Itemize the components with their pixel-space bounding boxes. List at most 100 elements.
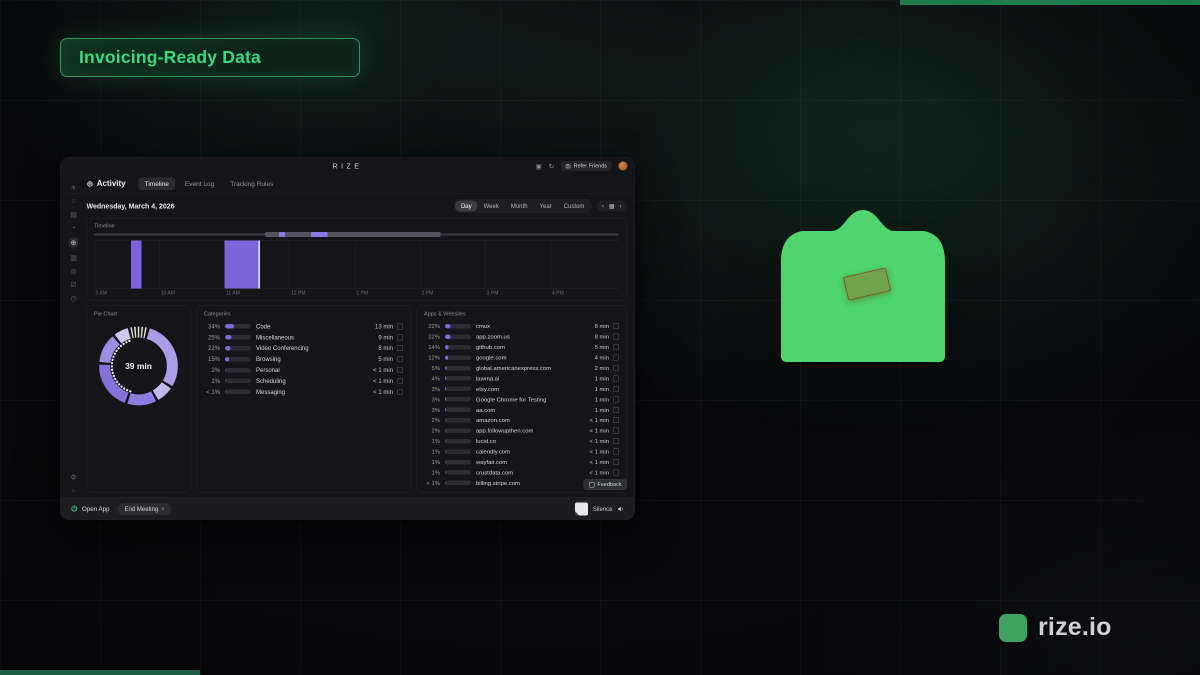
gift-icon xyxy=(565,164,571,169)
edit-icon[interactable] xyxy=(613,448,619,455)
shield-icon[interactable]: ▣ xyxy=(536,163,542,170)
percent-value: 3% xyxy=(431,406,440,414)
calendar-icon[interactable]: ▦ xyxy=(609,203,615,210)
item-time: < 1 min xyxy=(589,427,609,435)
item-time: 8 min xyxy=(594,333,609,341)
range-selector: Day Week Month Year Custom xyxy=(453,199,592,213)
edit-icon[interactable] xyxy=(397,367,403,374)
range-day[interactable]: Day xyxy=(454,200,478,212)
open-app-button[interactable]: Open App xyxy=(82,505,110,512)
chevron-right-icon[interactable]: › xyxy=(620,203,622,210)
pie-segment xyxy=(127,391,156,406)
calendar-icon[interactable]: ▤ xyxy=(70,211,77,218)
brand-logo: rize.io xyxy=(999,613,1112,642)
tab-timeline[interactable]: Timeline xyxy=(138,177,175,190)
range-month[interactable]: Month xyxy=(505,201,534,212)
help-icon[interactable]: ○ xyxy=(71,487,75,494)
edit-icon[interactable] xyxy=(613,365,619,371)
edit-icon[interactable] xyxy=(397,345,403,352)
edit-icon[interactable] xyxy=(613,459,619,466)
avatar[interactable] xyxy=(618,161,628,171)
edit-icon[interactable] xyxy=(613,438,619,445)
item-time: 1 min xyxy=(594,406,609,414)
apps-rows: 22% cmux 8 min 22% app.zoom.us 8 min 14% github… xyxy=(424,321,619,488)
globe-icon[interactable]: ⊕ xyxy=(69,237,78,248)
percent-value: 1% xyxy=(211,377,220,385)
percent-bar xyxy=(225,324,251,329)
percent-bar xyxy=(445,438,471,444)
edit-icon[interactable] xyxy=(613,344,619,351)
edit-icon[interactable] xyxy=(397,334,403,341)
edit-icon[interactable] xyxy=(397,377,403,384)
end-meeting-button[interactable]: End Meeting ∨ xyxy=(117,502,172,515)
edit-icon[interactable] xyxy=(613,396,619,403)
chevron-down-icon: ∨ xyxy=(161,506,165,511)
edit-icon[interactable] xyxy=(613,375,619,382)
range-week[interactable]: Week xyxy=(478,201,505,212)
pie-segment xyxy=(146,328,178,387)
tab-bar: Timeline Event Log Tracking Rules xyxy=(138,177,280,191)
gridline xyxy=(159,240,160,289)
axis-label: 10 AM xyxy=(160,290,175,297)
date-row: Wednesday, March 4, 2026 Day Week Month Yea… xyxy=(87,194,627,219)
percent-value: 25% xyxy=(207,333,220,341)
item-time: 2 min xyxy=(594,364,609,372)
edit-icon[interactable] xyxy=(397,388,403,395)
feedback-button[interactable]: Feedback xyxy=(583,479,627,490)
list-item: 25% Miscellaneous 9 min xyxy=(204,332,403,343)
home-icon[interactable]: ⌂ xyxy=(71,197,75,204)
axis-label: 2 PM xyxy=(421,290,434,297)
edit-icon[interactable] xyxy=(613,333,619,340)
edit-icon[interactable] xyxy=(613,406,619,413)
item-time: 1 min xyxy=(594,395,609,403)
percent-bar xyxy=(445,386,471,392)
item-name: lucid.co xyxy=(476,437,496,445)
refer-friends-label: Refer Friends xyxy=(573,163,607,169)
journal-icon[interactable]: ▥ xyxy=(70,254,77,261)
focus-icon[interactable]: ◎ xyxy=(70,268,76,275)
axis-label: 1 PM xyxy=(356,290,369,297)
list-item: 4% lawma.ai 1 min xyxy=(424,373,619,383)
edit-icon[interactable] xyxy=(613,385,619,392)
settings-icon[interactable]: ⚙ xyxy=(70,474,76,481)
gridline xyxy=(485,240,486,289)
screenshot-thumbnail[interactable] xyxy=(574,502,588,516)
scrollbar-viewport[interactable] xyxy=(265,232,441,237)
refer-friends-button[interactable]: Refer Friends xyxy=(561,161,612,171)
edit-icon[interactable] xyxy=(397,356,403,363)
headline-text: Invoicing-Ready Data xyxy=(79,47,261,67)
item-time: 8 min xyxy=(378,344,393,352)
speaker-icon[interactable] xyxy=(618,506,625,512)
tab-event-log[interactable]: Event Log xyxy=(179,178,220,191)
gridline xyxy=(289,240,291,289)
timeline-scrollbar[interactable] xyxy=(94,232,619,237)
chevron-left-icon[interactable]: ‹ xyxy=(602,203,604,210)
timer-icon[interactable]: ◔ xyxy=(71,224,75,231)
edit-icon[interactable] xyxy=(613,323,619,330)
clock-icon[interactable]: ◷ xyxy=(70,295,76,302)
edit-icon[interactable] xyxy=(613,417,619,424)
range-custom[interactable]: Custom xyxy=(558,201,591,212)
item-name: Miscellaneous xyxy=(256,333,295,341)
list-item: < 1% Messaging < 1 min xyxy=(204,386,403,397)
edit-icon[interactable] xyxy=(397,323,403,330)
item-time: < 1 min xyxy=(589,468,609,476)
tab-tracking-rules[interactable]: Tracking Rules xyxy=(224,178,279,191)
pie-segment xyxy=(130,326,148,339)
percent-bar xyxy=(225,345,251,351)
list-item: 1% wayfair.com < 1 min xyxy=(424,457,619,467)
edit-icon[interactable] xyxy=(613,427,619,434)
list-item: 12% google.com 4 min xyxy=(424,352,619,362)
list-item: 3% Google Chrome for Testing 1 min xyxy=(424,394,619,404)
item-name: app.zoom.us xyxy=(476,333,510,341)
timeline-axis: 9 AM 10 AM 11 AM 12 PM 1 PM 2 PM 3 PM 4 PM xyxy=(94,291,619,299)
item-name: Browsing xyxy=(256,355,281,363)
range-year[interactable]: Year xyxy=(534,201,558,212)
tasks-icon[interactable]: ☑ xyxy=(70,281,76,288)
edit-icon[interactable] xyxy=(613,469,619,476)
app-window-wrapper: RIZE ▣ ↻ Refer Friends ∗ ⌂ ▤ ◔ ⊕ ▥ ◎ ☑ ◷ ⚙ ○ ⊕ Act… xyxy=(60,157,635,520)
edit-icon[interactable] xyxy=(613,354,619,361)
history-icon[interactable]: ↻ xyxy=(549,163,554,170)
item-name: etsy.com xyxy=(476,385,500,393)
gridline xyxy=(354,240,356,289)
